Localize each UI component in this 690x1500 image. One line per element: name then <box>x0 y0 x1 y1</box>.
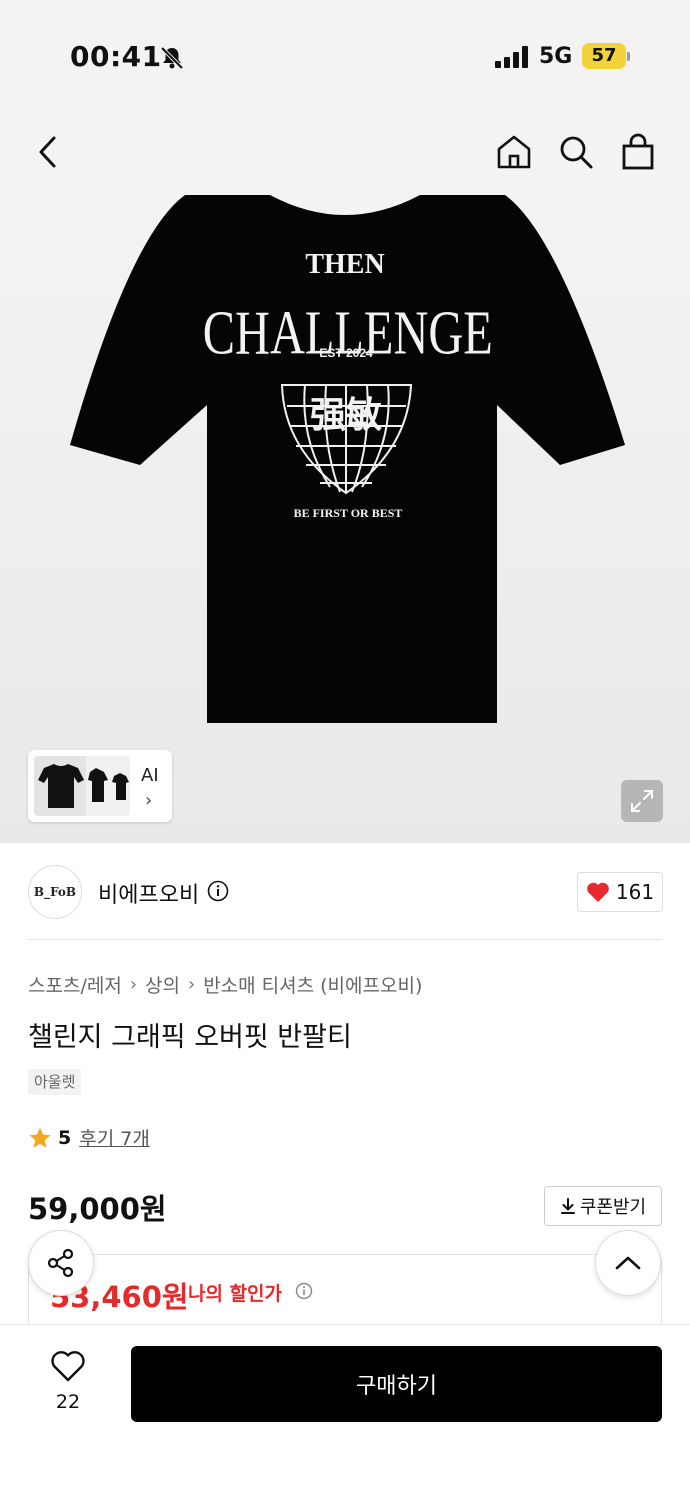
discount-label: 나의 할인가 <box>188 1283 283 1305</box>
divider <box>28 939 662 940</box>
heart-icon <box>587 882 609 902</box>
brand-logo[interactable]: B_FoB <box>28 865 82 919</box>
wishlist-count: 22 <box>55 1391 81 1413</box>
thumbnail-image <box>34 756 130 816</box>
chevron-right-icon: › <box>129 974 138 995</box>
brand-like-count: 161 <box>615 880 655 904</box>
nav-bar <box>0 110 690 195</box>
download-icon <box>560 1198 575 1214</box>
chevron-up-icon <box>615 1256 641 1270</box>
status-bar: 00:41 5G 57 <box>0 0 690 110</box>
product-image-gallery[interactable]: THEN CHALLENGE EST 2024 强敏 BE FIRST OR B… <box>0 195 690 843</box>
buy-button[interactable]: 구매하기 <box>131 1346 662 1422</box>
scroll-to-top-button[interactable] <box>595 1230 661 1296</box>
shopping-bag-icon <box>622 133 654 170</box>
wishlist-button[interactable]: 22 <box>38 1349 98 1419</box>
info-icon[interactable] <box>295 1282 313 1300</box>
info-icon[interactable] <box>207 880 229 902</box>
review-link[interactable]: 후기 7개 <box>79 1124 150 1151</box>
battery-icon: 57 <box>582 43 630 69</box>
breadcrumb-item[interactable]: 반소매 티셔츠 (비에프오비) <box>203 971 422 998</box>
heart-outline-icon <box>51 1351 85 1382</box>
battery-level: 57 <box>582 43 626 69</box>
cart-button[interactable] <box>616 130 660 174</box>
chevron-left-icon <box>39 136 56 168</box>
coupon-label: 쿠폰받기 <box>579 1197 647 1218</box>
search-button[interactable] <box>554 130 598 174</box>
print-hanja: 强敏 <box>310 394 382 436</box>
chevron-right-icon: › <box>187 974 196 995</box>
chevron-right-icon: › <box>145 790 153 811</box>
rating-score: 5 <box>58 1126 72 1149</box>
product-image: THEN CHALLENGE EST 2024 强敏 BE FIRST OR B… <box>70 195 625 723</box>
breadcrumb-item[interactable]: 상의 <box>145 971 180 998</box>
product-title: 챌린지 그래픽 오버핏 반팔티 <box>28 1022 352 1053</box>
network-type: 5G <box>539 44 573 69</box>
back-button[interactable] <box>26 130 70 174</box>
breadcrumb: 스포츠/레저 › 상의 › 반소매 티셔츠 (비에프오비) <box>28 971 422 998</box>
expand-icon <box>631 790 653 812</box>
star-icon <box>29 1127 51 1148</box>
brand-name[interactable]: 비에프오비 <box>98 877 199 909</box>
coupon-button[interactable]: 쿠폰받기 <box>544 1186 662 1226</box>
original-price: 59,000원 <box>28 1192 167 1226</box>
share-icon <box>47 1248 74 1278</box>
print-est: EST 2024 <box>319 346 373 360</box>
brand-like-button[interactable]: 161 <box>577 872 663 912</box>
signal-icon <box>495 46 528 68</box>
print-slogan: BE FIRST OR BEST <box>294 506 403 520</box>
rating-row: 5 후기 7개 <box>28 1124 150 1151</box>
home-button[interactable] <box>492 130 536 174</box>
bell-off-icon <box>160 46 184 70</box>
ai-thumbnail-card[interactable]: AI › <box>28 750 172 822</box>
expand-image-button[interactable] <box>621 780 663 822</box>
status-time: 00:41 <box>70 40 162 73</box>
outlet-tag: 아울렛 <box>28 1069 82 1095</box>
ai-label: AI <box>141 765 159 786</box>
home-icon <box>497 135 531 169</box>
breadcrumb-item[interactable]: 스포츠/레저 <box>28 971 122 998</box>
print-line1: THEN <box>305 249 384 280</box>
search-icon <box>560 136 593 169</box>
share-button[interactable] <box>28 1230 94 1296</box>
bottom-action-bar: 22 구매하기 <box>0 1324 690 1500</box>
brand-row: B_FoB 비에프오비 161 <box>0 843 690 940</box>
